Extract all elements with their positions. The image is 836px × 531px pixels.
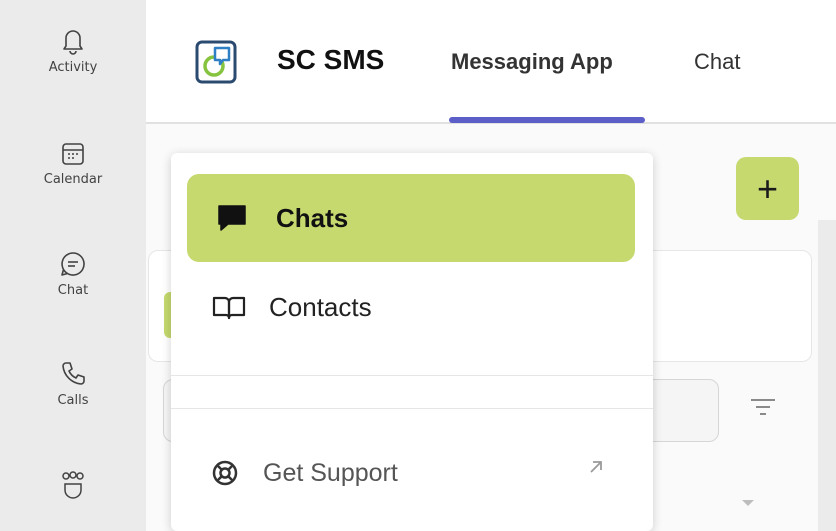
menu-item-contacts-label: Contacts [269,291,372,322]
rail-label-calls: Calls [57,393,89,408]
app-logo-icon [195,40,237,84]
chevron-down-icon[interactable] [742,500,754,506]
tab-chat[interactable]: Chat [694,49,740,75]
book-open-icon [212,296,246,320]
rail-item-teams[interactable] [0,470,146,500]
phone-icon [62,362,85,385]
rail-item-activity[interactable]: Activity [0,26,146,75]
teams-icon [62,471,84,499]
rail-item-calendar[interactable]: Calendar [0,140,146,187]
tab-messaging-app[interactable]: Messaging App [451,49,613,75]
menu-item-get-support-label: Get Support [263,458,398,487]
right-panel-edge [818,220,836,531]
rail-label-chat: Chat [57,283,89,298]
navigation-dropdown-menu: Chats Contacts Get Support [171,153,653,531]
rail-label-activity: Activity [48,60,98,75]
lifebuoy-icon [212,460,238,486]
rail-item-calls[interactable]: Calls [0,359,146,408]
app-header: SC SMS Messaging App Chat [146,0,836,124]
bell-icon [63,30,83,55]
filter-icon[interactable] [748,396,778,420]
rail-item-chat[interactable]: Chat [0,249,146,298]
rail-label-calendar: Calendar [43,172,103,187]
menu-item-chats[interactable]: Chats [187,174,635,262]
menu-item-chats-label: Chats [276,202,349,233]
new-chat-button[interactable]: + [736,157,799,220]
app-name: SC SMS [277,44,385,75]
chat-bubble-icon [61,252,85,276]
chat-square-icon [218,205,246,231]
active-tab-indicator [449,117,645,123]
menu-item-get-support[interactable]: Get Support [187,438,635,508]
app-rail: Activity Calendar Chat Calls [0,0,146,531]
menu-divider [171,408,653,409]
menu-divider [171,375,653,376]
calendar-icon [62,143,84,165]
menu-item-contacts[interactable]: Contacts [187,267,635,347]
external-link-arrow-icon [590,461,602,473]
